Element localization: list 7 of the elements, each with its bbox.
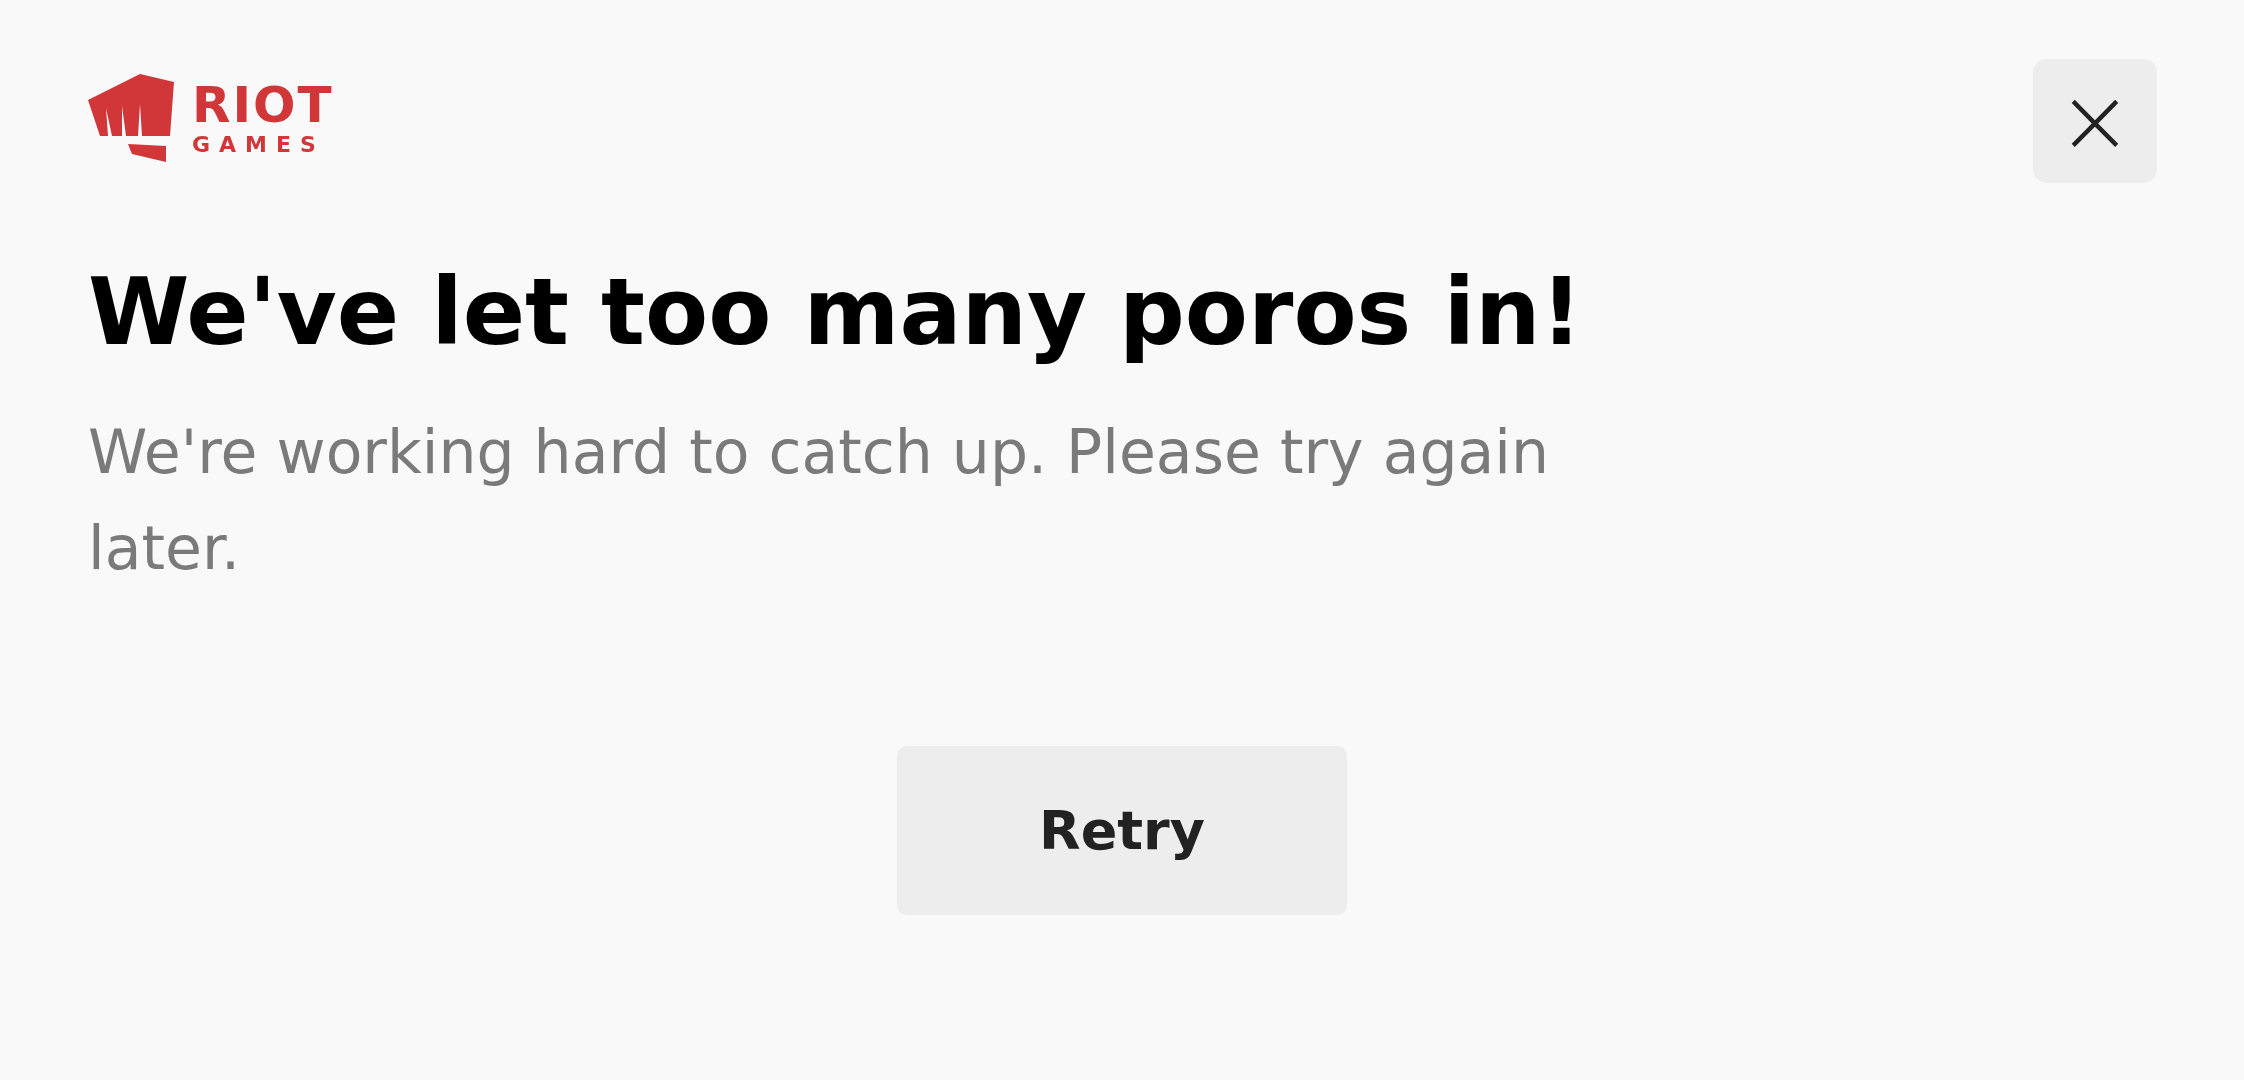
retry-button[interactable]: Retry xyxy=(897,746,1347,915)
error-title: We've let too many poros in! xyxy=(88,259,1584,366)
fist-icon xyxy=(88,74,174,162)
logo-subtitle: GAMES xyxy=(192,134,326,156)
close-button[interactable]: × xyxy=(2033,59,2157,183)
logo-wordmark: RIOT xyxy=(192,80,334,130)
error-message: We're working hard to catch up. Please try again later. xyxy=(88,416,1550,585)
